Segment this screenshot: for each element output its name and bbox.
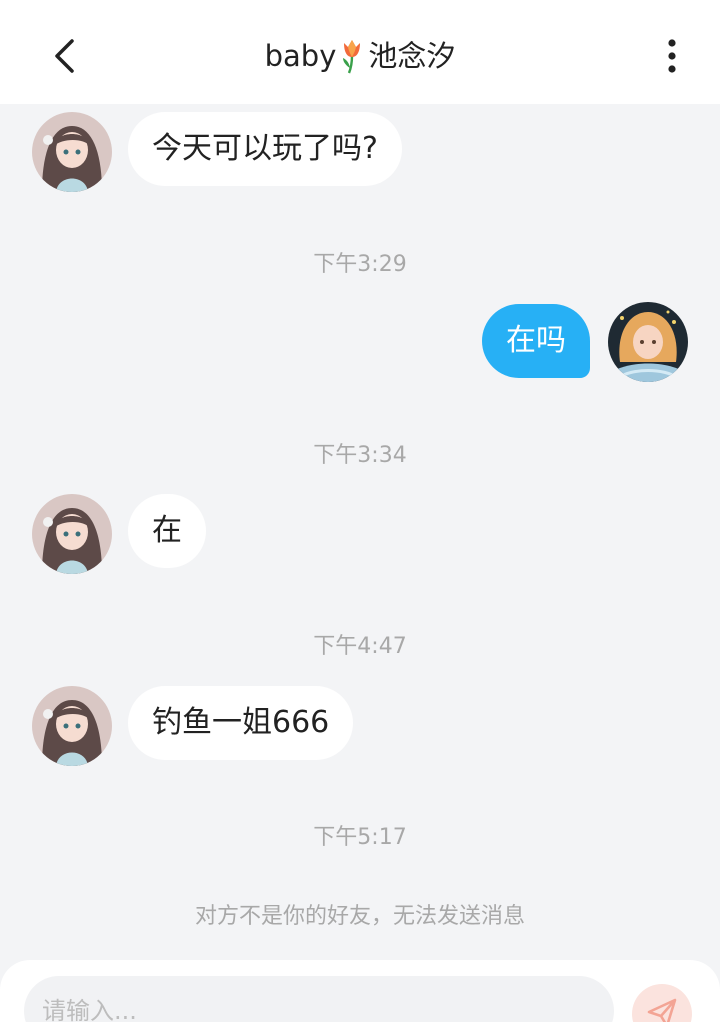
more-options-button[interactable]: [650, 34, 694, 78]
message-input[interactable]: [24, 976, 614, 1022]
tulip-icon: [338, 38, 366, 74]
message-bubble-incoming[interactable]: 钓鱼一姐666: [128, 686, 354, 760]
message-bubble-outgoing[interactable]: 在吗: [482, 304, 590, 378]
contact-avatar[interactable]: [32, 112, 112, 192]
message-timestamp: 下午5:17: [313, 825, 407, 850]
user-avatar[interactable]: [608, 302, 688, 382]
message-bubble-incoming[interactable]: 今天可以玩了吗?: [128, 112, 402, 186]
chat-title-name: 池念汐: [368, 39, 456, 73]
chat-title: baby 池念汐: [0, 34, 720, 78]
chat-screen: baby 池念汐 今天可以玩了吗? 下午3:29 在吗 下午3:34 在 下午4…: [0, 0, 720, 1022]
not-friend-notice: 对方不是你的好友，无法发送消息: [194, 904, 525, 929]
send-button[interactable]: [632, 984, 692, 1022]
message-timestamp: 下午3:29: [313, 252, 407, 277]
send-icon: [647, 998, 677, 1022]
message-input-bar: [0, 960, 720, 1022]
chat-header: baby 池念汐: [0, 0, 720, 104]
contact-avatar[interactable]: [32, 686, 112, 766]
message-timestamp: 下午4:47: [313, 634, 407, 659]
message-timestamp: 下午3:34: [313, 443, 407, 468]
more-vertical-icon: [668, 39, 676, 73]
chat-title-prefix: baby: [264, 39, 337, 73]
contact-avatar[interactable]: [32, 494, 112, 574]
message-bubble-incoming[interactable]: 在: [128, 494, 206, 568]
